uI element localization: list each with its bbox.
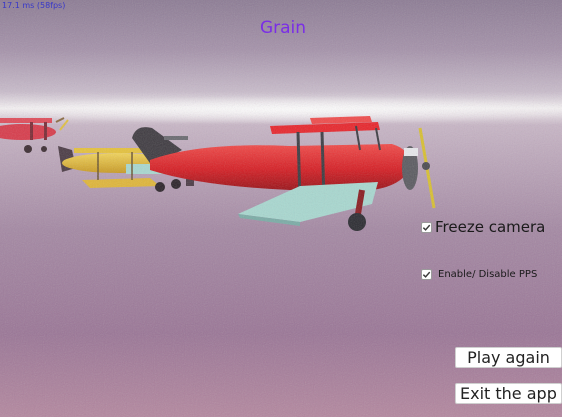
play-again-button[interactable]: Play again [455, 347, 562, 368]
effect-title: Grain [259, 18, 307, 38]
checkmark-icon [422, 271, 431, 278]
pps-checkbox[interactable] [421, 269, 432, 280]
frame-time-readout: 17.1 ms (58fps) [2, 1, 66, 10]
checkmark-icon [422, 224, 431, 231]
pps-toggle[interactable]: Enable/ Disable PPS [421, 269, 537, 280]
exit-app-button[interactable]: Exit the app [455, 383, 562, 404]
freeze-camera-label: Freeze camera [435, 218, 546, 236]
freeze-camera-checkbox[interactable] [421, 221, 432, 233]
pps-label: Enable/ Disable PPS [438, 269, 538, 280]
freeze-camera-toggle[interactable]: Freeze camera [421, 218, 545, 236]
